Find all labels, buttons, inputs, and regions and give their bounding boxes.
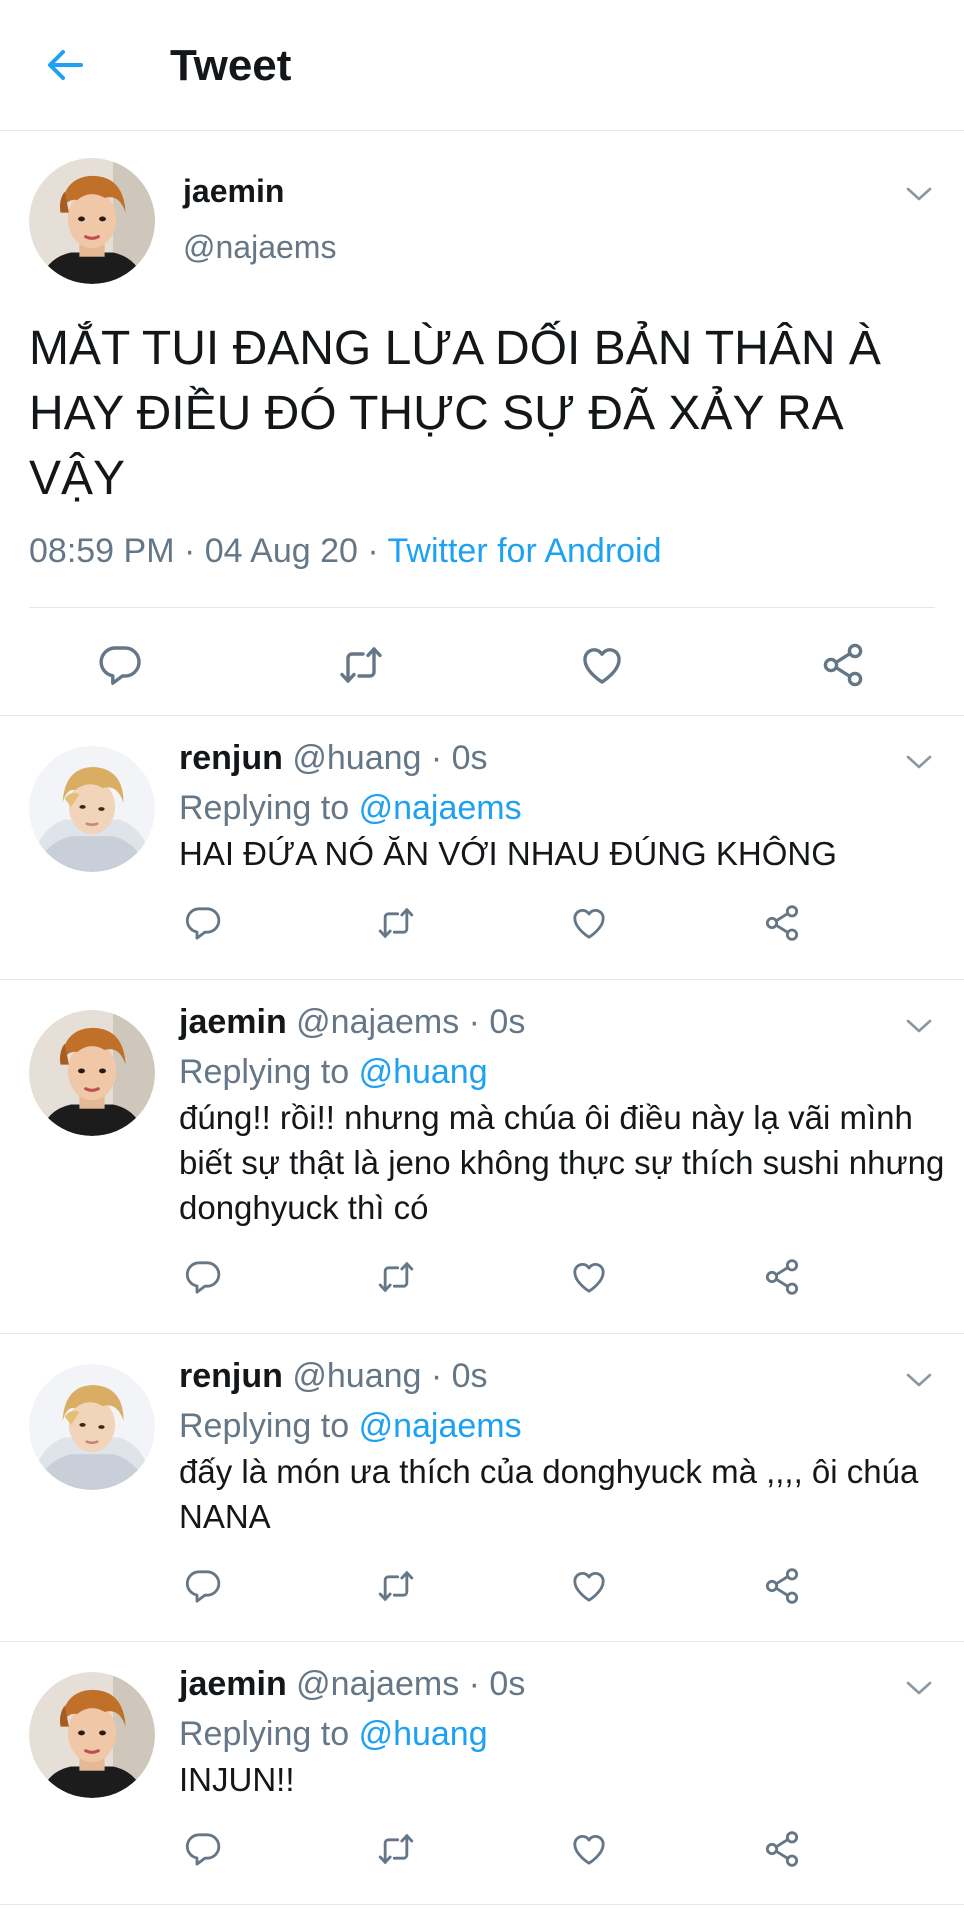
divider — [29, 607, 935, 608]
chevron-down-icon[interactable] — [904, 1016, 934, 1036]
like-icon[interactable] — [569, 1829, 609, 1869]
meta-separator: · — [421, 1357, 452, 1395]
reply-actions — [0, 1824, 964, 1874]
share-icon[interactable] — [819, 641, 867, 689]
reply-text: đấy là món ưa thích của donghyuck mà ,,,… — [179, 1453, 919, 1535]
retweet-icon[interactable] — [376, 1257, 416, 1297]
chevron-down-icon[interactable] — [904, 752, 934, 772]
meta-separator: · — [459, 1665, 490, 1703]
author-handle[interactable]: @najaems — [296, 1003, 459, 1041]
author-name[interactable]: renjun — [179, 1357, 283, 1395]
retweet-icon[interactable] — [337, 641, 385, 689]
author-handle[interactable]: @najaems — [183, 227, 336, 267]
reply-text: HAI ĐỨA NÓ ĂN VỚI NHAU ĐÚNG KHÔNG — [179, 835, 837, 872]
author-handle[interactable]: @najaems — [296, 1665, 459, 1703]
share-icon[interactable] — [762, 1829, 802, 1869]
reply-header: renjun @huang · 0s — [179, 1354, 488, 1398]
mention-link[interactable]: @najaems — [359, 1407, 522, 1445]
avatar[interactable] — [29, 1010, 155, 1136]
author-name[interactable]: renjun — [179, 739, 283, 777]
tweet-date: 04 Aug 20 — [204, 532, 358, 570]
like-icon[interactable] — [569, 1566, 609, 1606]
reply-text: đúng!! rồi!! nhưng mà chúa ôi điều này l… — [179, 1099, 945, 1226]
replying-to: Replying to @huang — [179, 1712, 488, 1756]
tweet-meta: 08:59 PM · 04 Aug 20 · Twitter for Andro… — [29, 529, 662, 573]
replying-to-label: Replying to — [179, 1053, 350, 1091]
avatar[interactable] — [29, 1364, 155, 1490]
reply-icon[interactable] — [183, 1829, 223, 1869]
reply-actions — [0, 1561, 964, 1611]
share-icon[interactable] — [762, 1257, 802, 1297]
retweet-icon[interactable] — [376, 903, 416, 943]
retweet-icon[interactable] — [376, 1566, 416, 1606]
avatar[interactable] — [29, 746, 155, 872]
mention-link[interactable]: @huang — [359, 1715, 488, 1753]
like-icon[interactable] — [578, 641, 626, 689]
tweet-text: MẮT TUI ĐANG LỪA DỐI BẢN THÂN À HAY ĐIỀU… — [29, 322, 881, 505]
reply-icon[interactable] — [183, 1566, 223, 1606]
meta-separator: · — [459, 1003, 490, 1041]
chevron-down-icon[interactable] — [904, 1370, 934, 1390]
reply-tweet[interactable]: renjun @huang · 0s Replying to @najaems … — [0, 1334, 964, 1642]
avatar[interactable] — [29, 158, 155, 284]
replying-to: Replying to @najaems — [179, 786, 522, 830]
arrow-left-icon[interactable] — [40, 40, 90, 90]
like-icon[interactable] — [569, 1257, 609, 1297]
author-name[interactable]: jaemin — [179, 1003, 287, 1041]
replying-to: Replying to @najaems — [179, 1404, 522, 1448]
author-handle[interactable]: @huang — [292, 1357, 421, 1395]
author-name[interactable]: jaemin — [179, 1665, 287, 1703]
reply-icon[interactable] — [183, 903, 223, 943]
tweet-source-link[interactable]: Twitter for Android — [388, 532, 662, 570]
reply-tweet[interactable]: jaemin @najaems · 0s Replying to @huang … — [0, 980, 964, 1334]
replying-to-label: Replying to — [179, 1715, 350, 1753]
app-header: Tweet — [0, 0, 964, 131]
page-title: Tweet — [170, 41, 292, 90]
share-icon[interactable] — [762, 1566, 802, 1606]
reply-header: jaemin @najaems · 0s — [179, 1662, 525, 1706]
chevron-down-icon[interactable] — [904, 1678, 934, 1698]
replying-to-label: Replying to — [179, 789, 350, 827]
reply-actions — [0, 1252, 964, 1302]
like-icon[interactable] — [569, 903, 609, 943]
reply-time: 0s — [451, 739, 488, 777]
reply-text: INJUN!! — [179, 1761, 295, 1798]
mention-link[interactable]: @najaems — [359, 789, 522, 827]
retweet-icon[interactable] — [376, 1829, 416, 1869]
meta-separator: · — [174, 532, 205, 570]
reply-icon[interactable] — [96, 641, 144, 689]
meta-separator: · — [357, 532, 388, 570]
chevron-down-icon[interactable] — [904, 184, 934, 204]
reply-time: 0s — [451, 1357, 488, 1395]
reply-time: 0s — [489, 1003, 526, 1041]
share-icon[interactable] — [762, 903, 802, 943]
tweet-actions — [0, 631, 964, 701]
avatar[interactable] — [29, 1672, 155, 1798]
meta-separator: · — [421, 739, 452, 777]
tweet-time: 08:59 PM — [29, 532, 175, 570]
reply-actions — [0, 898, 964, 948]
replying-to-label: Replying to — [179, 1407, 350, 1445]
replying-to: Replying to @huang — [179, 1050, 488, 1094]
reply-header: renjun @huang · 0s — [179, 736, 488, 780]
author-name[interactable]: jaemin — [183, 171, 284, 211]
reply-tweet[interactable]: renjun @huang · 0s Replying to @najaems … — [0, 716, 964, 980]
reply-time: 0s — [489, 1665, 526, 1703]
mention-link[interactable]: @huang — [359, 1053, 488, 1091]
reply-tweet[interactable]: jaemin @najaems · 0s Replying to @huang … — [0, 1642, 964, 1905]
reply-icon[interactable] — [183, 1257, 223, 1297]
main-tweet[interactable]: jaemin @najaems MẮT TUI ĐANG LỪA DỐI BẢN… — [0, 131, 964, 716]
author-handle[interactable]: @huang — [292, 739, 421, 777]
reply-header: jaemin @najaems · 0s — [179, 1000, 525, 1044]
